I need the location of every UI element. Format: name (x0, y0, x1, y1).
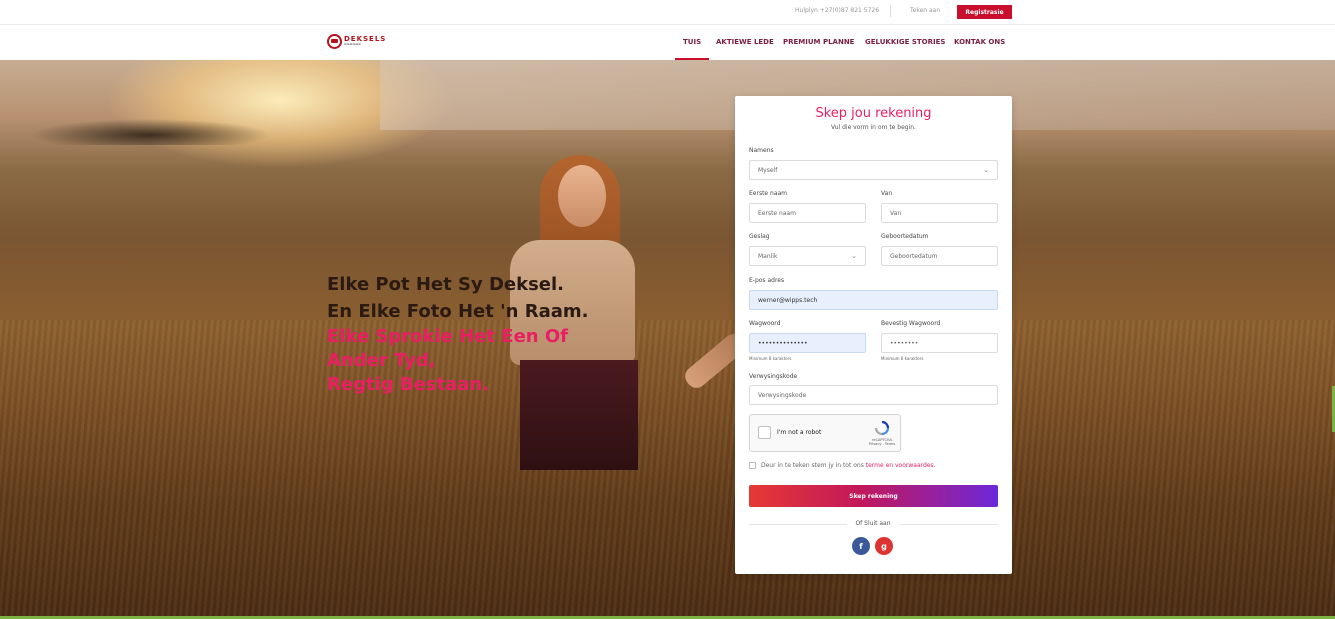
terms-text: Deur in te teken stem jy in tot ons (761, 462, 866, 469)
confirm-password-hint: Minimum 8 karakters (881, 356, 924, 361)
main-navbar: DEKSELS ▬▬▬▬▬▬ TUIS AKTIEWE LEDE PREMIUM… (0, 25, 1335, 60)
gender-label: Geslag (749, 233, 770, 240)
recaptcha-links[interactable]: Privacy - Terms (869, 442, 895, 446)
logo-icon (327, 33, 342, 49)
surname-input[interactable]: Van (881, 203, 998, 223)
referral-input[interactable]: Verwysingskode (749, 385, 998, 405)
register-button[interactable]: Registrasie (957, 5, 1012, 19)
chevron-down-icon: ⌄ (983, 166, 989, 174)
password-label: Wagwoord (749, 320, 781, 327)
or-join-text: Of Sluit aan (847, 520, 899, 527)
create-account-button[interactable]: Skep rekening (749, 485, 998, 507)
referral-label: Verwysingskode (749, 373, 798, 380)
names-label: Namens (749, 147, 774, 154)
hero-line-2: En Elke Foto Het 'n Raam. (327, 301, 589, 322)
hero-headline: Elke Pot Het Sy Deksel. En Elke Foto Het… (327, 271, 588, 397)
helpline-text: Hulplyn +27(0)87 821 5726 (795, 7, 880, 14)
google-icon: g (881, 541, 887, 551)
nav-item-contact[interactable]: KONTAK ONS (954, 38, 1005, 46)
terms-checkbox[interactable] (749, 462, 756, 469)
recaptcha-icon (874, 420, 890, 436)
nav-item-active-members[interactable]: AKTIEWE LEDE (716, 38, 774, 46)
hero-line-3: Elke Sprokie Het Een Of (327, 326, 568, 347)
top-utility-bar: Hulplyn +27(0)87 821 5726 Teken aan Regi… (0, 0, 1335, 25)
chevron-down-icon: ⌄ (851, 252, 857, 260)
hero-line-5: Regtig Bestaan. (327, 374, 490, 395)
signup-card: Skep jou rekening Vul die vorm in om te … (735, 96, 1012, 574)
confirm-password-label: Bevestig Wagwoord (881, 320, 941, 327)
nav-item-premium-plans[interactable]: PREMIUM PLANNE (783, 38, 854, 46)
terms-row: Deur in te teken stem jy in tot ons term… (749, 462, 936, 469)
facebook-icon: f (859, 541, 863, 551)
form-subtitle: Vul die vorm in om te begin. (831, 124, 916, 131)
password-hint: Minimum 8 karakters (749, 356, 792, 361)
recaptcha-checkbox[interactable] (758, 426, 771, 439)
first-name-label: Eerste naam (749, 190, 788, 197)
email-input[interactable]: werner@wipps.tech (749, 290, 998, 310)
email-label: E-pos adres (749, 277, 785, 284)
first-name-input[interactable]: Eerste naam (749, 203, 866, 223)
confirm-password-input[interactable]: •••••••• (881, 333, 998, 353)
surname-label: Van (881, 190, 893, 197)
logo-tagline: ▬▬▬▬▬▬ (344, 42, 362, 46)
names-select[interactable]: Myself ⌄ (749, 160, 998, 180)
dob-label: Geboortedatum (881, 233, 929, 240)
terms-link[interactable]: terme en voorwaardes. (866, 462, 936, 469)
dob-input[interactable]: Geboortedatum (881, 246, 998, 266)
hero-section: Elke Pot Het Sy Deksel. En Elke Foto Het… (0, 60, 1335, 616)
gender-select[interactable]: Manlik ⌄ (749, 246, 866, 266)
password-input[interactable]: •••••••••••••• (749, 333, 866, 353)
site-logo[interactable]: DEKSELS ▬▬▬▬▬▬ (327, 32, 386, 50)
hero-line-4: Ander Tyd, (327, 350, 436, 371)
login-link[interactable]: Teken aan (910, 7, 940, 14)
nav-item-happy-stories[interactable]: GELUKKIGE STORIES (865, 38, 945, 46)
hero-line-1: Elke Pot Het Sy Deksel. (327, 274, 565, 295)
facebook-button[interactable]: f (852, 537, 870, 555)
divider (890, 5, 891, 17)
recaptcha-label: I'm not a robot (777, 429, 822, 436)
google-button[interactable]: g (875, 537, 893, 555)
nav-item-home[interactable]: TUIS (674, 38, 710, 60)
recaptcha-widget: I'm not a robot reCAPTCHA Privacy - Term… (749, 414, 901, 452)
form-title: Skep jou rekening (815, 106, 932, 121)
